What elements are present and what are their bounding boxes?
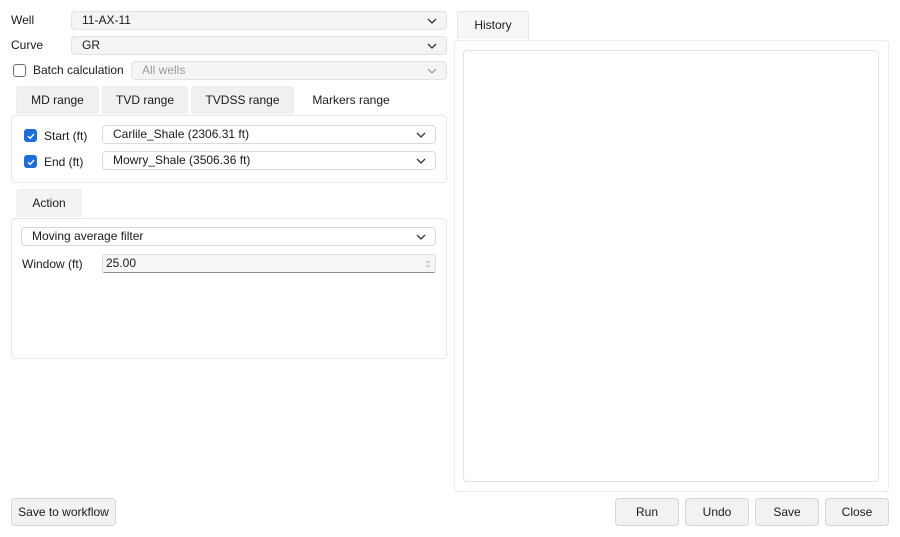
tab-markers-range[interactable]: Markers range <box>297 86 405 114</box>
close-button[interactable]: Close <box>825 498 889 526</box>
curve-select[interactable]: GR <box>71 36 447 55</box>
tab-md-range[interactable]: MD range <box>16 86 99 114</box>
batch-label: Batch calculation <box>33 63 124 77</box>
chevron-down-icon <box>426 65 438 77</box>
chevron-down-icon <box>415 129 427 141</box>
window-label: Window (ft) <box>22 257 83 271</box>
chevron-down-icon <box>426 40 438 52</box>
well-label: Well <box>11 13 35 27</box>
tab-tvd-range[interactable]: TVD range <box>102 86 188 114</box>
run-button[interactable]: Run <box>615 498 679 526</box>
end-marker-select[interactable]: Mowry_Shale (3506.36 ft) <box>102 151 436 170</box>
action-method-value: Moving average filter <box>32 229 144 243</box>
start-marker-select[interactable]: Carlile_Shale (2306.31 ft) <box>102 125 436 144</box>
save-to-workflow-button[interactable]: Save to workflow <box>11 498 116 526</box>
batch-wells-select[interactable]: All wells <box>131 61 447 80</box>
tab-tvdss-range[interactable]: TVDSS range <box>191 86 294 114</box>
batch-checkbox[interactable] <box>13 64 26 77</box>
check-icon <box>27 159 35 166</box>
tab-action[interactable]: Action <box>16 189 82 217</box>
well-value: 11-AX-11 <box>82 13 131 27</box>
tab-history[interactable]: History <box>457 11 529 39</box>
undo-button[interactable]: Undo <box>685 498 749 526</box>
spin-arrows-icon[interactable] <box>425 259 431 269</box>
curve-label: Curve <box>11 38 44 52</box>
chevron-down-icon <box>415 231 427 243</box>
curve-value: GR <box>82 38 100 52</box>
window-value: 25.00 <box>106 256 137 270</box>
end-marker-value: Mowry_Shale (3506.36 ft) <box>113 153 251 167</box>
start-label: Start (ft) <box>44 129 88 143</box>
start-checkbox[interactable] <box>24 129 37 142</box>
check-icon <box>27 133 35 140</box>
well-select[interactable]: 11-AX-11 <box>71 11 447 30</box>
chevron-down-icon <box>415 155 427 167</box>
end-label: End (ft) <box>44 155 84 169</box>
end-checkbox[interactable] <box>24 155 37 168</box>
save-button[interactable]: Save <box>755 498 819 526</box>
start-marker-value: Carlile_Shale (2306.31 ft) <box>113 127 250 141</box>
window-input[interactable]: 25.00 <box>102 254 436 273</box>
action-method-select[interactable]: Moving average filter <box>21 227 436 246</box>
batch-wells-value: All wells <box>142 63 186 77</box>
chevron-down-icon <box>426 15 438 27</box>
history-list[interactable] <box>463 50 879 482</box>
